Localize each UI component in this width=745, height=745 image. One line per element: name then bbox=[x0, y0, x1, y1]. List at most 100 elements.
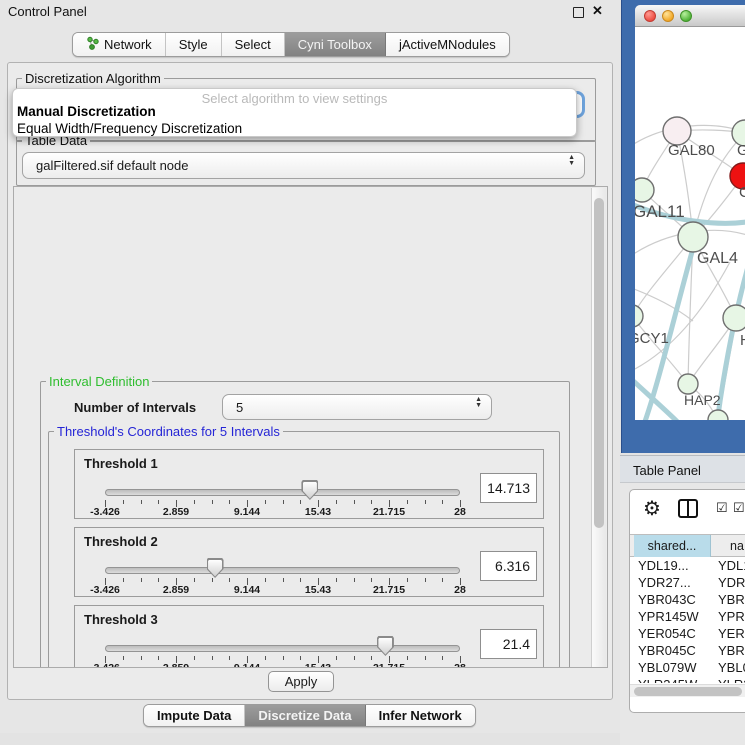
slider-tick bbox=[442, 578, 443, 582]
tab-select[interactable]: Select bbox=[222, 33, 285, 56]
slider-tick-label: 9.144 bbox=[234, 662, 260, 668]
cell-name: YLR3 bbox=[718, 677, 745, 683]
table-row[interactable]: YDL19...YDL1 bbox=[630, 557, 745, 574]
slider-tick bbox=[141, 656, 142, 660]
threshold-label: Threshold 2 bbox=[84, 534, 158, 549]
slider-tick-label: 21.715 bbox=[373, 584, 405, 596]
threshold-slider-thumb[interactable] bbox=[301, 480, 318, 500]
control-panel-titlebar: Control Panel ✕ bbox=[0, 0, 620, 22]
threshold-slider-thumb[interactable] bbox=[377, 636, 394, 656]
tab-jactivemnodules[interactable]: jActiveMNodules bbox=[386, 33, 509, 56]
slider-tick-label: 2.859 bbox=[163, 662, 189, 668]
network-node-hap2[interactable] bbox=[678, 374, 698, 394]
network-node-h[interactable] bbox=[723, 305, 745, 331]
node-label: GCY1 bbox=[635, 330, 669, 347]
slider-tick-label: 15.43 bbox=[305, 584, 331, 596]
table-horizontal-scrollbar[interactable] bbox=[630, 684, 745, 697]
checkbox-icon[interactable]: ☑ bbox=[733, 500, 745, 516]
scrollbar-thumb[interactable] bbox=[594, 198, 604, 528]
zoom-traffic-light[interactable] bbox=[680, 10, 692, 22]
slider-tick bbox=[229, 500, 230, 504]
slider-tick bbox=[265, 500, 266, 504]
discretization-algorithm-title: Discretization Algorithm bbox=[22, 71, 164, 86]
table-rows: YDL19...YDL1YDR27...YDR2YBR043CYBR0YPR14… bbox=[630, 557, 745, 683]
threshold-value-field[interactable]: 21.4 bbox=[480, 629, 537, 659]
table-row[interactable]: YBR043CYBR0 bbox=[630, 591, 745, 608]
slider-tick bbox=[336, 656, 337, 660]
slider-tick bbox=[141, 500, 142, 504]
number-of-intervals-label: Number of Intervals bbox=[74, 400, 196, 415]
network-node-gcy1[interactable] bbox=[635, 305, 643, 327]
node-label: HAP2 bbox=[684, 392, 721, 408]
slider-tick-label: 21.715 bbox=[373, 506, 405, 518]
cell-shared-name: YLR345W bbox=[638, 677, 697, 683]
slider-tick-label: 15.43 bbox=[305, 662, 331, 668]
gear-icon[interactable]: ⚙ bbox=[643, 496, 661, 521]
float-window-icon[interactable] bbox=[573, 7, 584, 18]
slider-tick bbox=[158, 500, 159, 504]
checkbox-icon[interactable]: ☑ bbox=[716, 500, 728, 516]
threshold-1-box: Threshold 1-3.4262.8599.14415.4321.71528… bbox=[74, 449, 544, 519]
tab-discretize-data[interactable]: Discretize Data bbox=[245, 705, 365, 726]
tab-impute-data[interactable]: Impute Data bbox=[144, 705, 245, 726]
table-row[interactable]: YBR045CYBR0 bbox=[630, 642, 745, 659]
slider-tick bbox=[336, 500, 337, 504]
table-row[interactable]: YLR345W YLR3 bbox=[630, 676, 745, 683]
tab-style[interactable]: Style bbox=[166, 33, 222, 56]
slider-tick-label: 21.715 bbox=[373, 662, 405, 668]
slider-tick bbox=[407, 578, 408, 582]
table-data-combobox[interactable]: galFiltered.sif default node ▲▼ bbox=[22, 152, 585, 179]
tab-cyni-toolbox[interactable]: Cyni Toolbox bbox=[285, 33, 386, 56]
cell-shared-name: YBR045C bbox=[638, 643, 696, 658]
network-node-gal4[interactable] bbox=[678, 222, 708, 252]
threshold-slider-track[interactable] bbox=[105, 489, 460, 496]
table-row[interactable]: YER054CYER0 bbox=[630, 625, 745, 642]
slider-tick-label: 15.43 bbox=[305, 506, 331, 518]
split-columns-icon[interactable] bbox=[678, 499, 698, 518]
cell-shared-name: YBL079W bbox=[638, 660, 697, 675]
minimize-traffic-light[interactable] bbox=[662, 10, 674, 22]
slider-tick bbox=[442, 500, 443, 504]
apply-button[interactable]: Apply bbox=[268, 671, 334, 692]
cell-shared-name: YPR145W bbox=[638, 609, 699, 624]
network-node-gal11[interactable] bbox=[635, 178, 654, 202]
popup-item-equal-width-frequency[interactable]: Equal Width/Frequency Discretization bbox=[17, 121, 574, 136]
node-label: GAL4 bbox=[697, 250, 738, 267]
close-traffic-light[interactable] bbox=[644, 10, 656, 22]
network-node[interactable] bbox=[708, 410, 728, 420]
threshold-slider-track[interactable] bbox=[105, 645, 460, 652]
popup-item-manual-discretization[interactable]: Manual Discretization bbox=[17, 104, 574, 119]
slider-tick bbox=[123, 656, 124, 660]
algorithm-dropdown-popup: Select algorithm to view settings Manual… bbox=[12, 88, 577, 137]
slider-tick bbox=[212, 500, 213, 504]
threshold-label: Threshold 1 bbox=[84, 456, 158, 471]
network-canvas[interactable]: GAL80GACGAL11GAL4GCY1HHAP2 bbox=[635, 27, 745, 420]
slider-tick bbox=[354, 656, 355, 660]
tab-network[interactable]: Network bbox=[73, 33, 166, 56]
tab-label: Cyni Toolbox bbox=[298, 37, 372, 52]
top-tab-bar: NetworkStyleSelect Cyni Toolbox jActiveMNo… bbox=[72, 32, 510, 57]
slider-tick-label: 2.859 bbox=[163, 506, 189, 518]
cell-name: YDR2 bbox=[718, 575, 745, 590]
slider-tick bbox=[212, 656, 213, 660]
threshold-slider-track[interactable] bbox=[105, 567, 460, 574]
number-of-intervals-combobox[interactable]: 5 ▲▼ bbox=[222, 394, 492, 420]
slider-tick-label: -3.426 bbox=[90, 506, 120, 518]
column-header-name[interactable]: na bbox=[712, 535, 745, 557]
settings-vertical-scrollbar[interactable] bbox=[591, 188, 606, 667]
table-row[interactable]: YPR145WYPR1 bbox=[630, 608, 745, 625]
tab-infer-network[interactable]: Infer Network bbox=[366, 705, 475, 726]
threshold-slider-thumb[interactable] bbox=[207, 558, 224, 578]
tab-label: Discretize Data bbox=[258, 708, 351, 723]
table-row[interactable]: YBL079WYBL0 bbox=[630, 659, 745, 676]
close-icon[interactable]: ✕ bbox=[592, 3, 603, 19]
tab-label: Impute Data bbox=[157, 708, 231, 723]
column-header-shared-name[interactable]: shared... bbox=[634, 535, 711, 557]
threshold-value-field[interactable]: 6.316 bbox=[480, 551, 537, 581]
network-node-gal80[interactable] bbox=[663, 117, 691, 145]
network-icon bbox=[86, 36, 104, 53]
threshold-value-field[interactable]: 14.713 bbox=[480, 473, 537, 503]
cell-name: YDL1 bbox=[718, 558, 745, 573]
slider-tick bbox=[283, 578, 284, 582]
table-row[interactable]: YDR27...YDR2 bbox=[630, 574, 745, 591]
